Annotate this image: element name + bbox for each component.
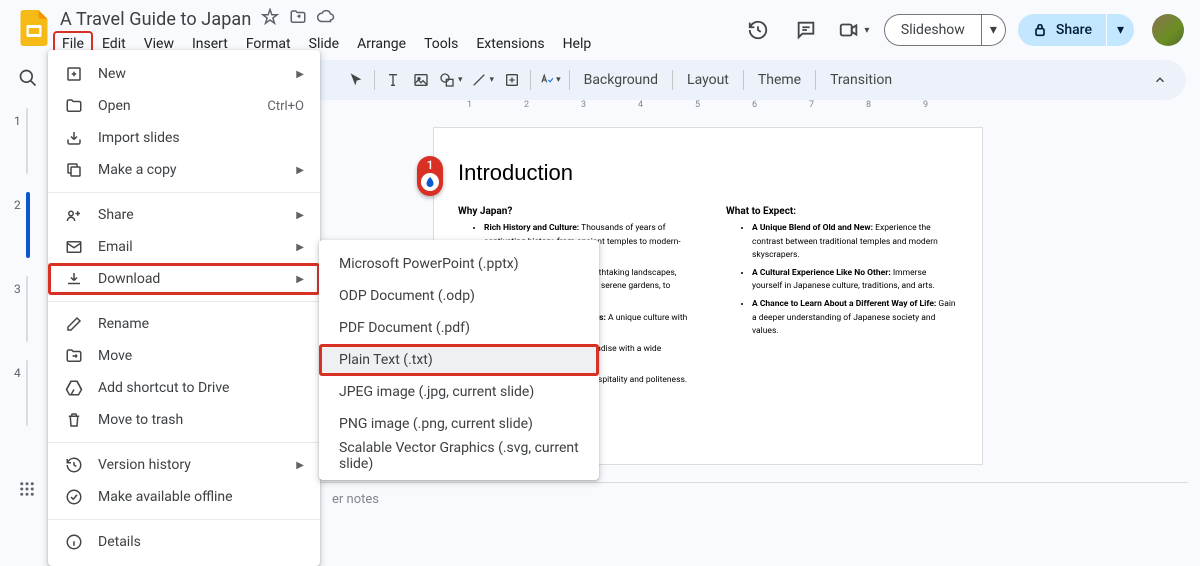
slide-title[interactable]: Introduction (458, 160, 573, 186)
file-menu-share[interactable]: Share▶ (48, 199, 320, 231)
copy-icon (64, 160, 84, 180)
info-icon (64, 532, 84, 552)
right-bullets: A Unique Blend of Old and New: Experienc… (738, 222, 956, 343)
history-icon (64, 455, 84, 475)
move-icon (64, 346, 84, 366)
file-menu-import-slides[interactable]: Import slides (48, 122, 320, 154)
menu-tools[interactable]: Tools (416, 32, 466, 56)
file-menu-details[interactable]: Details (48, 526, 320, 558)
annotation-number: 1 (427, 158, 434, 172)
left-heading: Why Japan? (458, 206, 512, 217)
slides-logo[interactable] (14, 8, 54, 48)
rename-icon (64, 314, 84, 334)
file-menu-make-a-copy[interactable]: Make a copy▶ (48, 154, 320, 186)
file-menu-email[interactable]: Email▶ (48, 231, 320, 263)
shape-tool[interactable]: ▾ (435, 66, 467, 94)
add-comment-tool[interactable] (498, 66, 526, 94)
doc-title[interactable]: A Travel Guide to Japan (60, 9, 251, 30)
record-icon[interactable]: ▾ (836, 14, 872, 46)
download-scalable[interactable]: Scalable Vector Graphics (.svg, current … (319, 440, 599, 472)
theme-button[interactable]: Theme (748, 66, 811, 94)
download-submenu: Microsoft PowerPoint (.pptx)ODP Document… (319, 240, 599, 480)
download-odp[interactable]: ODP Document (.odp) (319, 280, 599, 312)
share-button[interactable]: Share (1018, 14, 1106, 46)
line-tool[interactable]: ▾ (467, 66, 499, 94)
slideshow-caret[interactable]: ▾ (982, 14, 1006, 46)
avatar[interactable] (1152, 14, 1184, 46)
thumbnail-panel: 1 2 3 4 (14, 108, 50, 444)
textbox-tool[interactable] (379, 66, 407, 94)
menu-arrange[interactable]: Arrange (349, 32, 414, 56)
thumbnail-1[interactable]: 1 (14, 108, 50, 174)
file-menu-move-to-trash[interactable]: Move to trash (48, 404, 320, 436)
explore-icon[interactable] (18, 480, 36, 502)
star-icon[interactable] (261, 8, 279, 30)
image-tool[interactable] (407, 66, 435, 94)
download-pdf[interactable]: PDF Document (.pdf) (319, 312, 599, 344)
thumbnail-3[interactable]: 3 (14, 276, 50, 342)
thumbnail-4[interactable]: 4 (14, 360, 50, 426)
menu-help[interactable]: Help (555, 32, 600, 56)
background-button[interactable]: Background (574, 66, 668, 94)
comments-icon[interactable] (788, 14, 824, 46)
speaker-notes[interactable]: er notes (320, 482, 1188, 516)
search-icon[interactable] (18, 68, 38, 92)
slideshow-button[interactable]: Slideshow (884, 14, 982, 46)
mail-icon (64, 237, 84, 257)
ruler: 123456789 (433, 100, 1180, 114)
trash-icon (64, 410, 84, 430)
right-heading: What to Expect: (726, 206, 796, 217)
offline-icon (64, 487, 84, 507)
layout-button[interactable]: Layout (677, 66, 739, 94)
annotation-badge: 1 (417, 156, 443, 196)
share-icon (64, 205, 84, 225)
move-folder-icon[interactable] (289, 8, 307, 30)
share-caret[interactable]: ▾ (1107, 14, 1134, 46)
select-tool[interactable] (342, 66, 370, 94)
download-jpeg[interactable]: JPEG image (.jpg, current slide) (319, 376, 599, 408)
spellcheck-tool[interactable]: ▾ (535, 66, 565, 94)
cloud-status-icon[interactable] (317, 8, 335, 30)
download-plain[interactable]: Plain Text (.txt) (319, 344, 599, 376)
folder-icon (64, 96, 84, 116)
file-menu-move[interactable]: Move (48, 340, 320, 372)
collapse-toolbar-icon[interactable] (1146, 66, 1174, 94)
file-menu-add-shortcut-to-drive[interactable]: Add shortcut to Drive (48, 372, 320, 404)
file-menu-open[interactable]: OpenCtrl+O (48, 90, 320, 122)
share-label: Share (1056, 22, 1092, 38)
file-menu-download[interactable]: Download▶ (48, 263, 320, 295)
download-png[interactable]: PNG image (.png, current slide) (319, 408, 599, 440)
file-menu-version-history[interactable]: Version history▶ (48, 449, 320, 481)
menu-extensions[interactable]: Extensions (468, 32, 552, 56)
plus-icon (64, 64, 84, 84)
drive-icon (64, 378, 84, 398)
file-menu-new[interactable]: New▶ (48, 58, 320, 90)
import-icon (64, 128, 84, 148)
history-icon[interactable] (740, 14, 776, 46)
file-menu-dropdown: New▶OpenCtrl+OImport slidesMake a copy▶ S… (48, 50, 320, 566)
thumbnail-2[interactable]: 2 (14, 192, 50, 258)
file-menu-make-available-offline[interactable]: Make available offline (48, 481, 320, 513)
file-menu-rename[interactable]: Rename (48, 308, 320, 340)
transition-button[interactable]: Transition (820, 66, 902, 94)
download-microsoft[interactable]: Microsoft PowerPoint (.pptx) (319, 248, 599, 280)
download-icon (64, 269, 84, 289)
